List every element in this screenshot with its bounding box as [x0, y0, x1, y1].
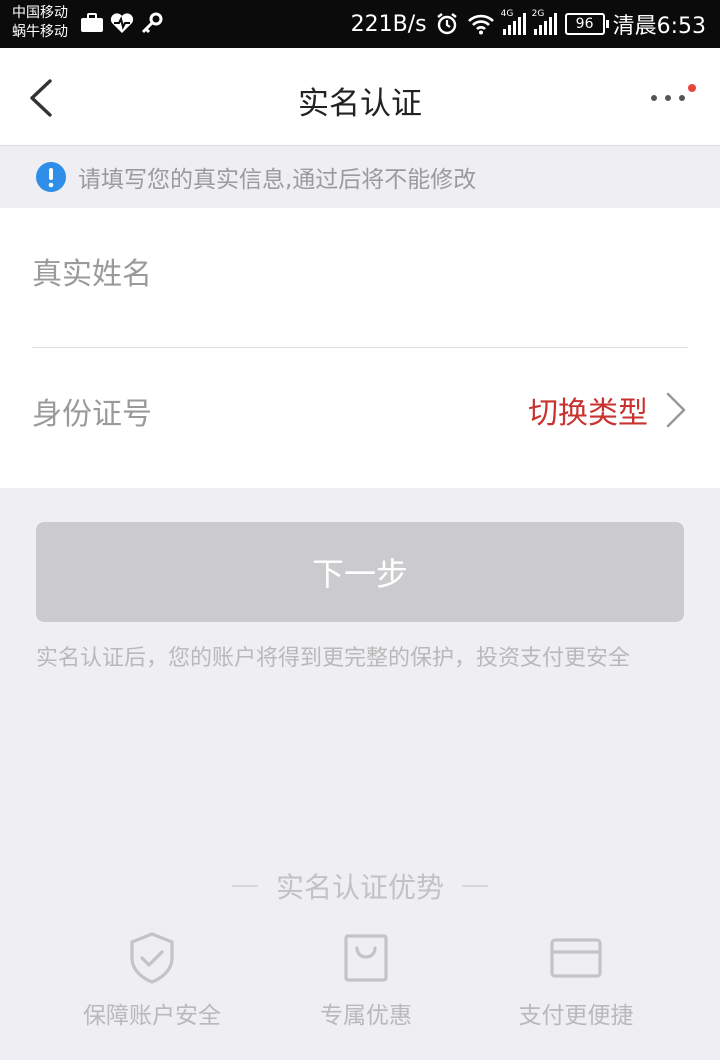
- next-step-button[interactable]: 下一步: [36, 522, 684, 622]
- advantage-label: 保障账户安全: [83, 1003, 221, 1029]
- advantage-discount: 专属优惠: [266, 930, 466, 1030]
- page-title: 实名认证: [298, 86, 422, 122]
- advantage-label: 支付更便捷: [518, 1003, 634, 1029]
- security-hint: 实名认证后，您的账户将得到更完整的保护，投资支付更安全: [36, 646, 631, 671]
- shield-check-icon: [130, 932, 174, 984]
- key-icon: [141, 12, 163, 34]
- info-notice: 请填写您的真实信息,通过后将不能修改: [0, 146, 720, 208]
- name-row: [32, 208, 688, 348]
- divider-right: [462, 885, 488, 887]
- briefcase-icon: [81, 13, 103, 32]
- signal-2g-label: 2G: [531, 9, 545, 19]
- advantages-header: 实名认证优势: [0, 866, 720, 906]
- divider-left: [231, 885, 258, 887]
- status-bar: 中国移动 蜗牛移动 221B/s 4G 2G 96 清晨6:53: [0, 0, 720, 48]
- real-name-input[interactable]: [32, 246, 492, 302]
- chevron-right-icon: [666, 392, 686, 428]
- signal-2g-icon: 2G: [532, 9, 557, 35]
- advantages-list: 保障账户安全 专属优惠 支付更便捷: [0, 930, 720, 1040]
- carrier-1: 中国移动: [12, 5, 68, 21]
- net-speed: 221B/s: [350, 11, 427, 37]
- carrier-2: 蜗牛移动: [12, 24, 68, 40]
- identity-form: 切换类型: [0, 208, 720, 488]
- clock: 清晨6:53: [612, 14, 706, 39]
- advantages-title: 实名认证优势: [275, 871, 444, 904]
- signal-4g-icon: 4G: [501, 9, 526, 35]
- advantage-label: 专属优惠: [320, 1003, 412, 1029]
- carrier-names: 中国移动 蜗牛移动: [12, 4, 68, 42]
- more-menu-icon[interactable]: [646, 84, 696, 110]
- alarm-icon: [436, 13, 457, 35]
- heart-pulse-icon: [110, 13, 134, 34]
- wifi-icon: [467, 14, 494, 35]
- signal-4g-label: 4G: [500, 9, 514, 19]
- advantage-security: 保障账户安全: [52, 930, 252, 1030]
- id-number-input[interactable]: [32, 386, 492, 442]
- status-right: 221B/s 4G 2G 96 清晨6:53: [351, 8, 706, 40]
- nav-header: 实名认证: [0, 48, 720, 146]
- id-row: 切换类型: [32, 348, 688, 488]
- card-icon: [550, 938, 602, 978]
- advantage-payment: 支付更便捷: [476, 930, 676, 1030]
- notification-icons: [80, 11, 164, 35]
- battery-level: 96: [564, 13, 609, 35]
- info-icon: [36, 162, 66, 192]
- shopping-bag-icon: [344, 934, 388, 982]
- switch-type-label: 切换类型: [528, 396, 648, 431]
- notice-text: 请填写您的真实信息,通过后将不能修改: [78, 167, 477, 193]
- notification-dot: [688, 84, 696, 92]
- switch-id-type-button[interactable]: 切换类型: [528, 388, 688, 432]
